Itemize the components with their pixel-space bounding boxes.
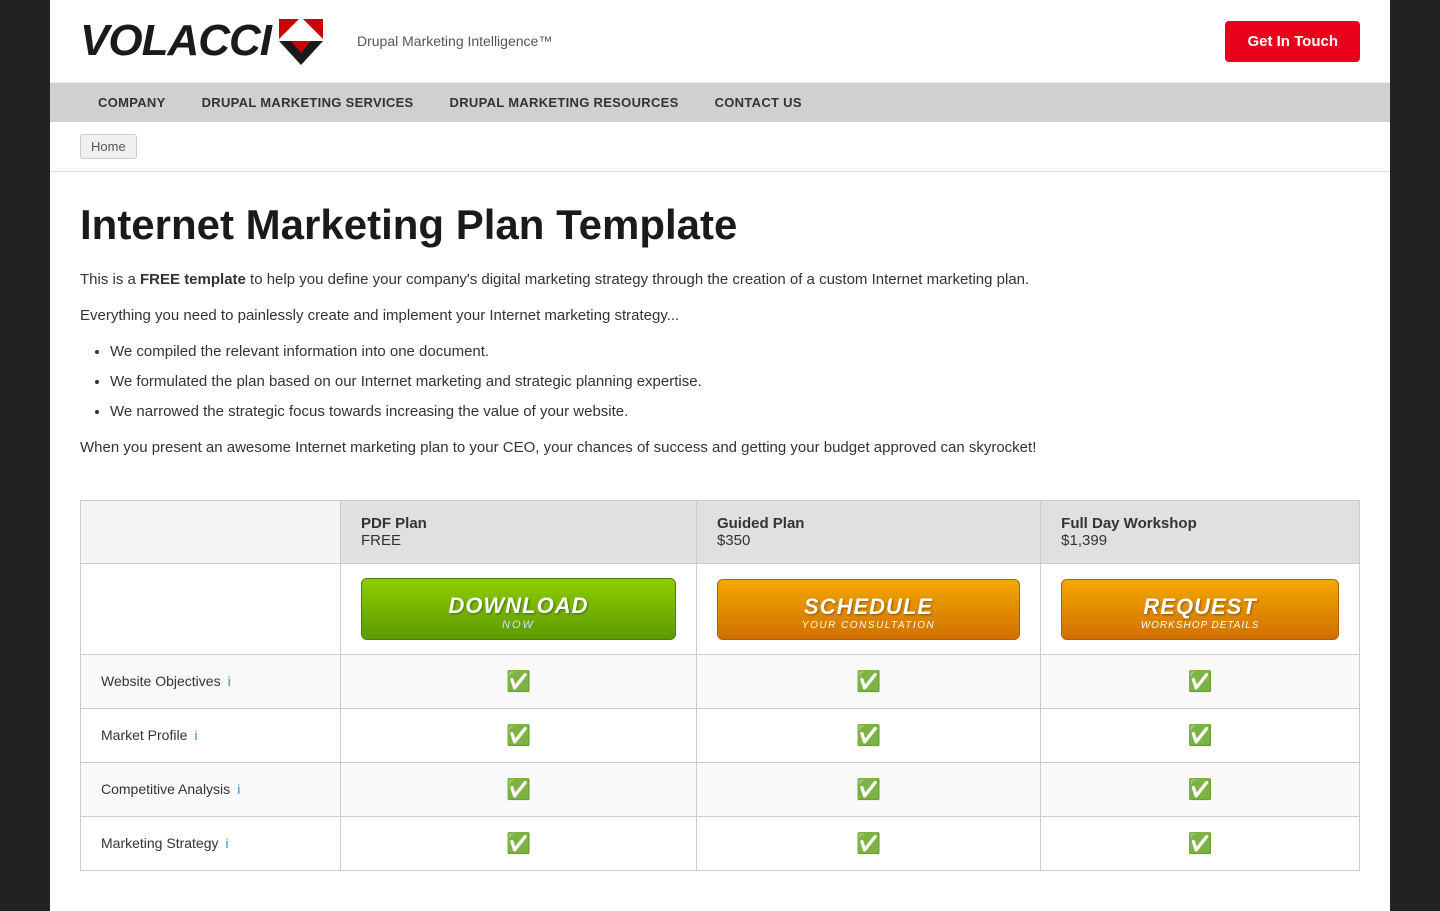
table-row: Competitive Analysis i ✅ ✅ ✅	[81, 763, 1360, 817]
table-cell-check: ✅	[696, 655, 1040, 709]
breadcrumb: Home	[50, 122, 1390, 172]
table-cell-empty	[81, 564, 341, 655]
table-cell-schedule: SCHEDULE YOUR CONSULTATION	[696, 564, 1040, 655]
table-cell-check: ✅	[1041, 763, 1360, 817]
download-button[interactable]: DOWNLOAD NOW	[361, 578, 676, 640]
download-main-text: DOWNLOAD	[372, 593, 665, 619]
check-icon: ✅	[1188, 671, 1213, 693]
nav-item-drupal-services[interactable]: DRUPAL MARKETING SERVICES	[184, 83, 432, 122]
table-header-workshop: Full Day Workshop $1,399	[1041, 501, 1360, 564]
get-in-touch-button[interactable]: Get In Touch	[1225, 21, 1360, 62]
intro-paragraph-1: This is a FREE template to help you defi…	[80, 268, 1360, 292]
feature-label: Marketing Strategy	[101, 835, 219, 851]
table-cell-website-objectives: Website Objectives i	[81, 655, 341, 709]
breadcrumb-home[interactable]: Home	[80, 134, 137, 159]
table-header-feature	[81, 501, 341, 564]
pricing-table: PDF Plan FREE Guided Plan $350 Full Day …	[80, 500, 1360, 871]
table-cell-check: ✅	[341, 655, 697, 709]
check-icon: ✅	[506, 779, 531, 801]
nav-bar: COMPANY DRUPAL MARKETING SERVICES DRUPAL…	[50, 83, 1390, 122]
table-cell-check: ✅	[1041, 709, 1360, 763]
bullet-item-2: We formulated the plan based on our Inte…	[110, 370, 1360, 394]
intro-suffix: to help you define your company's digita…	[246, 271, 1029, 288]
table-cell-request: REQUEST WORKSHOP DETAILS	[1041, 564, 1360, 655]
volacci-logo: VOLACCI	[80, 15, 327, 67]
check-icon: ✅	[856, 833, 881, 855]
table-cell-check: ✅	[696, 709, 1040, 763]
schedule-main-text: SCHEDULE	[728, 594, 1009, 620]
feature-info-icon[interactable]: i	[237, 782, 240, 797]
check-icon: ✅	[856, 671, 881, 693]
table-row: Market Profile i ✅ ✅ ✅	[81, 709, 1360, 763]
logo-arrows-icon	[275, 15, 327, 67]
check-icon: ✅	[1188, 779, 1213, 801]
check-icon: ✅	[1188, 725, 1213, 747]
logo-tagline: Drupal Marketing Intelligence™	[357, 33, 552, 49]
check-icon: ✅	[856, 779, 881, 801]
table-row: Website Objectives i ✅ ✅ ✅	[81, 655, 1360, 709]
table-row-cta: DOWNLOAD NOW SCHEDULE YOUR CONSULTATION …	[81, 564, 1360, 655]
feature-label: Competitive Analysis	[101, 781, 230, 797]
bullet-item-1: We compiled the relevant information int…	[110, 340, 1360, 364]
table-cell-download: DOWNLOAD NOW	[341, 564, 697, 655]
guided-plan-price: $350	[717, 532, 750, 549]
pdf-plan-label: PDF Plan	[361, 515, 427, 532]
table-cell-market-profile: Market Profile i	[81, 709, 341, 763]
table-cell-competitive-analysis: Competitive Analysis i	[81, 763, 341, 817]
table-cell-marketing-strategy: Marketing Strategy i	[81, 817, 341, 871]
header: VOLACCI Drupal Marketing Intelligence™	[50, 0, 1390, 83]
table-cell-check: ✅	[341, 763, 697, 817]
main-content: Internet Marketing Plan Template This is…	[50, 172, 1390, 911]
check-icon: ✅	[856, 725, 881, 747]
table-cell-check: ✅	[1041, 817, 1360, 871]
intro-prefix: This is a	[80, 271, 140, 288]
closing-text: When you present an awesome Internet mar…	[80, 436, 1360, 460]
feature-info-icon[interactable]: i	[228, 674, 231, 689]
table-cell-check: ✅	[696, 763, 1040, 817]
check-icon: ✅	[506, 671, 531, 693]
logo-area: VOLACCI Drupal Marketing Intelligence™	[80, 15, 552, 67]
feature-label: Website Objectives	[101, 673, 221, 689]
page-title: Internet Marketing Plan Template	[80, 202, 1360, 248]
check-icon: ✅	[506, 833, 531, 855]
guided-plan-label: Guided Plan	[717, 515, 805, 532]
request-button[interactable]: REQUEST WORKSHOP DETAILS	[1061, 579, 1339, 640]
nav-item-contact[interactable]: CONTACT US	[697, 83, 820, 122]
bullet-list: We compiled the relevant information int…	[110, 340, 1360, 424]
schedule-sub-text: YOUR CONSULTATION	[728, 620, 1009, 631]
feature-info-icon[interactable]: i	[226, 836, 229, 851]
intro-bold: FREE template	[140, 271, 246, 288]
table-cell-check: ✅	[341, 709, 697, 763]
intro-paragraph-2: Everything you need to painlessly create…	[80, 304, 1360, 328]
bullet-item-3: We narrowed the strategic focus towards …	[110, 400, 1360, 424]
check-icon: ✅	[506, 725, 531, 747]
schedule-button[interactable]: SCHEDULE YOUR CONSULTATION	[717, 579, 1020, 640]
table-header-guided: Guided Plan $350	[696, 501, 1040, 564]
table-cell-check: ✅	[341, 817, 697, 871]
table-cell-check: ✅	[696, 817, 1040, 871]
check-icon: ✅	[1188, 833, 1213, 855]
pdf-plan-price: FREE	[361, 532, 401, 549]
feature-info-icon[interactable]: i	[195, 728, 198, 743]
feature-label: Market Profile	[101, 727, 187, 743]
workshop-price: $1,399	[1061, 532, 1107, 549]
request-main-text: REQUEST	[1072, 594, 1328, 620]
workshop-label: Full Day Workshop	[1061, 515, 1197, 532]
table-row: Marketing Strategy i ✅ ✅ ✅	[81, 817, 1360, 871]
request-sub-text: WORKSHOP DETAILS	[1072, 620, 1328, 631]
table-header-pdf: PDF Plan FREE	[341, 501, 697, 564]
nav-item-drupal-resources[interactable]: DRUPAL MARKETING RESOURCES	[432, 83, 697, 122]
nav-item-company[interactable]: COMPANY	[80, 83, 184, 122]
table-cell-check: ✅	[1041, 655, 1360, 709]
logo-brand-text: VOLACCI	[80, 16, 271, 66]
download-sub-text: NOW	[372, 619, 665, 631]
